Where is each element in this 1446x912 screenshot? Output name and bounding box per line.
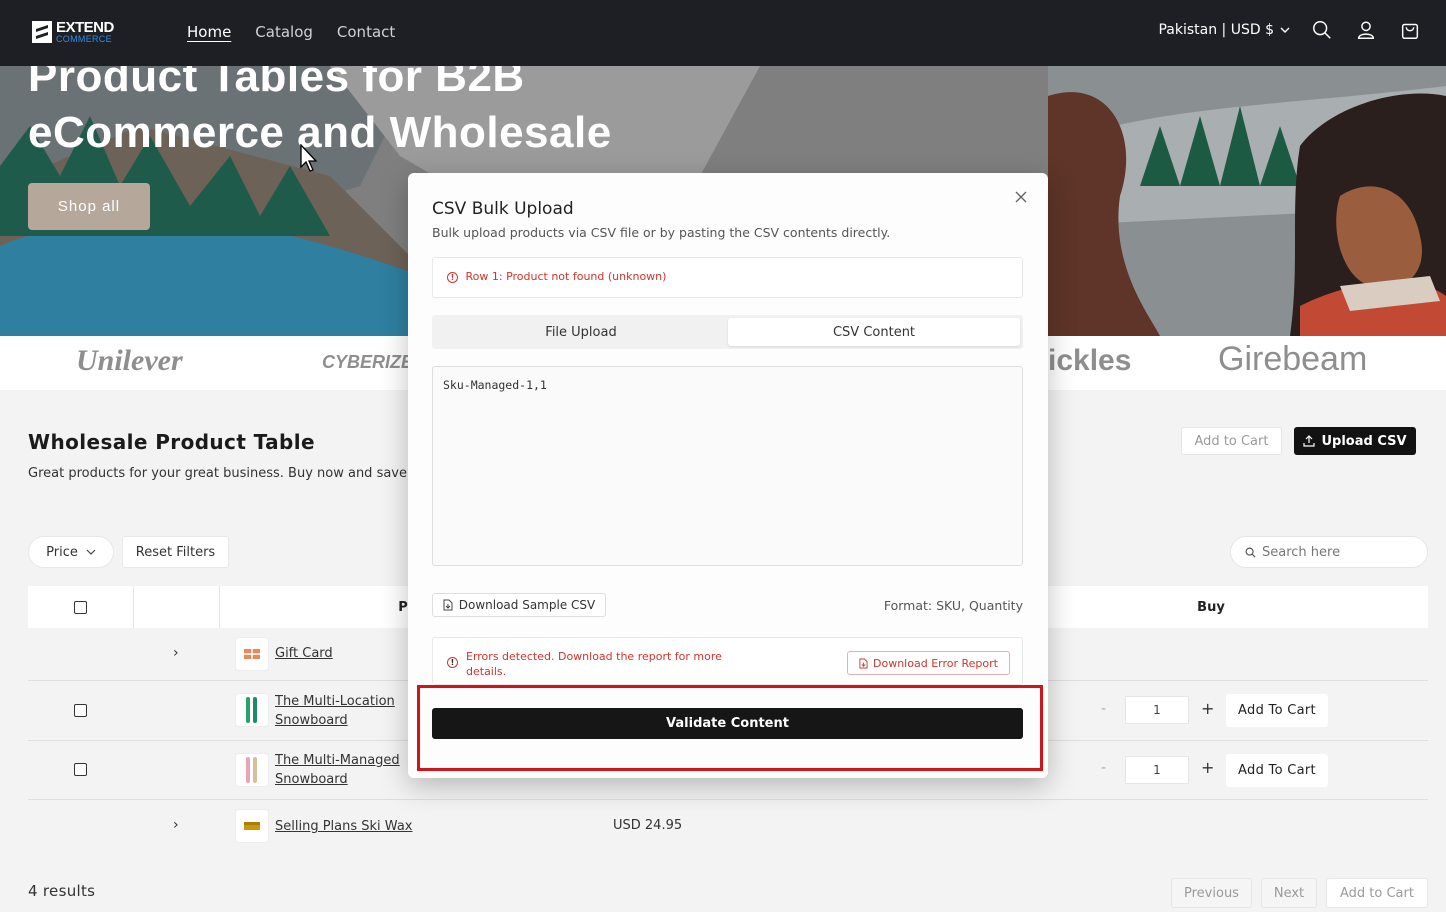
quantity-input[interactable]: 1 bbox=[1125, 756, 1189, 784]
shop-all-button[interactable]: Shop all bbox=[28, 183, 150, 230]
locale-label: Pakistan | USD $ bbox=[1158, 22, 1274, 38]
add-to-cart-button[interactable]: Add To Cart bbox=[1226, 694, 1328, 727]
quantity-input[interactable]: 1 bbox=[1125, 696, 1189, 724]
nav-contact[interactable]: Contact bbox=[337, 23, 395, 41]
product-name-link[interactable]: Selling Plans Ski Wax bbox=[275, 817, 412, 836]
account-icon[interactable] bbox=[1354, 18, 1378, 42]
store-logo[interactable]: EXTEND COMMERCE bbox=[32, 20, 114, 44]
main-nav: Home Catalog Contact bbox=[187, 23, 395, 41]
product-name-link[interactable]: The Multi-Managed Snowboard bbox=[275, 751, 400, 789]
brand-cyberize: CYBERIZE bbox=[322, 352, 414, 372]
product-name-line2: Snowboard bbox=[275, 772, 348, 787]
qty-decrease-button[interactable]: - bbox=[1101, 701, 1106, 717]
chevron-down-icon bbox=[86, 549, 96, 555]
search-icon[interactable] bbox=[1310, 18, 1334, 42]
qty-increase-button[interactable]: + bbox=[1201, 758, 1214, 777]
add-to-cart-top-button[interactable]: Add to Cart bbox=[1181, 427, 1282, 455]
next-page-button[interactable]: Next bbox=[1261, 878, 1317, 908]
error-icon: ! bbox=[447, 271, 458, 283]
logo-text-top: EXTEND bbox=[56, 19, 114, 36]
logo-text-bottom: COMMERCE bbox=[56, 34, 112, 44]
qty-decrease-button[interactable]: - bbox=[1101, 760, 1106, 776]
price-filter[interactable]: Price bbox=[28, 536, 114, 568]
reset-filters-button[interactable]: Reset Filters bbox=[122, 536, 229, 568]
search-icon bbox=[1245, 547, 1256, 558]
dialog-title: CSV Bulk Upload bbox=[432, 199, 574, 219]
section-title: Wholesale Product Table bbox=[28, 430, 315, 454]
download-sample-csv-button[interactable]: Download Sample CSV bbox=[432, 593, 606, 617]
row-checkbox[interactable] bbox=[74, 763, 87, 776]
buy-header: Buy bbox=[1197, 599, 1225, 615]
brand-girebeam: Girebeam bbox=[1218, 340, 1368, 378]
add-to-cart-button[interactable]: Add To Cart bbox=[1226, 754, 1328, 787]
format-hint: Format: SKU, Quantity bbox=[883, 598, 1023, 613]
product-thumbnail bbox=[236, 638, 268, 670]
product-name-line2: Snowboard bbox=[275, 713, 348, 728]
product-thumbnail bbox=[236, 694, 268, 726]
select-all-checkbox[interactable] bbox=[74, 600, 87, 614]
product-name-link[interactable]: Gift Card bbox=[275, 644, 333, 663]
file-icon bbox=[859, 658, 868, 668]
upload-csv-label: Upload CSV bbox=[1321, 433, 1407, 449]
product-thumbnail bbox=[236, 754, 268, 786]
previous-page-button[interactable]: Previous bbox=[1171, 878, 1252, 908]
tab-file-upload[interactable]: File Upload bbox=[435, 318, 727, 346]
add-to-cart-bottom-button[interactable]: Add to Cart bbox=[1326, 878, 1428, 908]
price-filter-label: Price bbox=[46, 544, 78, 560]
error-alert: ! Row 1: Product not found (unknown) bbox=[432, 257, 1023, 298]
select-all-cell bbox=[28, 586, 134, 628]
cart-icon[interactable] bbox=[1398, 18, 1422, 42]
close-icon[interactable] bbox=[1014, 189, 1030, 205]
product-thumbnail bbox=[236, 810, 268, 842]
table-search-input[interactable]: Search here bbox=[1230, 536, 1428, 568]
tab-csv-content[interactable]: CSV Content bbox=[728, 318, 1020, 346]
logo-mark-icon bbox=[32, 21, 52, 43]
dialog-subtitle: Bulk upload products via CSV file or by … bbox=[432, 225, 891, 240]
upload-icon bbox=[1303, 435, 1316, 447]
table-row: › Selling Plans Ski Wax USD 24.95 bbox=[28, 800, 1428, 853]
chevron-down-icon bbox=[1280, 27, 1290, 33]
file-icon bbox=[443, 599, 453, 611]
product-name-line1: The Multi-Location bbox=[275, 694, 395, 709]
product-name-link[interactable]: The Multi-Location Snowboard bbox=[275, 692, 395, 730]
mouse-cursor-icon bbox=[300, 144, 318, 172]
expand-row-icon[interactable]: › bbox=[173, 817, 179, 833]
brand-unilever: Unilever bbox=[76, 344, 183, 377]
expand-row-icon[interactable]: › bbox=[173, 645, 179, 661]
product-name-line1: The Multi-Managed bbox=[275, 753, 400, 768]
error-detected-text: Errors detected. Download the report for… bbox=[466, 650, 722, 678]
upload-csv-button[interactable]: Upload CSV bbox=[1294, 427, 1416, 455]
highlight-box bbox=[417, 685, 1043, 771]
download-sample-label: Download Sample CSV bbox=[458, 598, 596, 612]
section-description: Great products for your great business. … bbox=[28, 466, 428, 481]
expand-header-cell bbox=[134, 586, 220, 628]
nav-home[interactable]: Home bbox=[187, 23, 231, 41]
product-price: USD 24.95 bbox=[613, 818, 683, 833]
locale-selector[interactable]: Pakistan | USD $ bbox=[1158, 22, 1290, 38]
site-header: EXTEND COMMERCE Home Catalog Contact Pak… bbox=[0, 0, 1446, 66]
upload-mode-tabs: File Upload CSV Content bbox=[432, 315, 1023, 349]
error-report-panel: ! Errors detected. Download the report f… bbox=[432, 637, 1023, 685]
row-checkbox[interactable] bbox=[74, 704, 87, 717]
error-alert-text: Row 1: Product not found (unknown) bbox=[465, 270, 667, 283]
nav-catalog[interactable]: Catalog bbox=[255, 23, 313, 41]
hero-title-line1: Product Tables for B2B bbox=[28, 66, 525, 101]
search-placeholder: Search here bbox=[1262, 544, 1341, 560]
qty-increase-button[interactable]: + bbox=[1201, 699, 1214, 718]
brand-pickles: ickles bbox=[1048, 344, 1132, 377]
results-count: 4 results bbox=[28, 882, 96, 900]
download-error-label: Download Error Report bbox=[873, 656, 998, 670]
download-error-report-button[interactable]: Download Error Report bbox=[847, 651, 1010, 675]
csv-content-textarea[interactable]: Sku-Managed-1,1 bbox=[432, 366, 1023, 566]
error-icon: ! bbox=[447, 657, 458, 668]
